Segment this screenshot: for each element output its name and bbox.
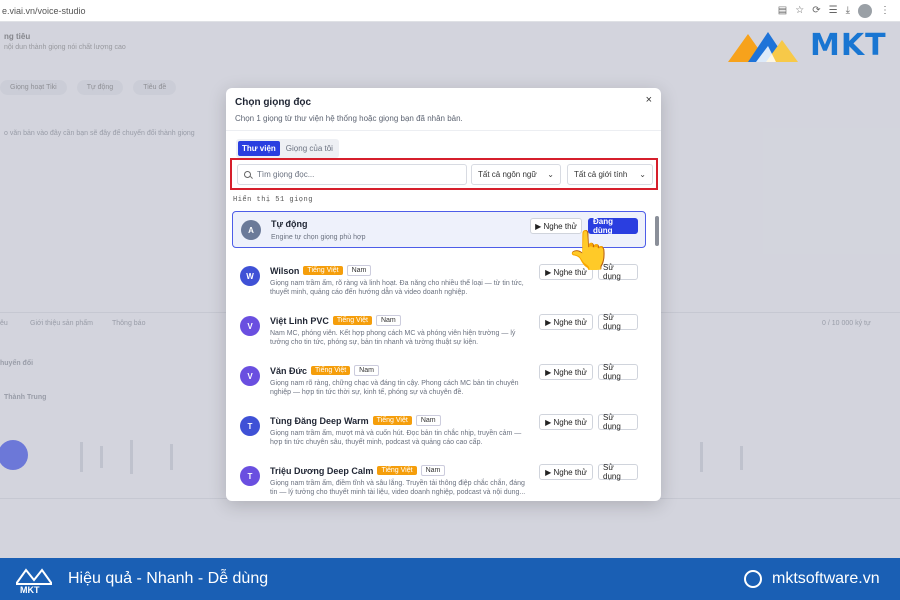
voice-name: Wilson — [270, 265, 300, 276]
voice-description: Giọng nam trầm ấm, rõ ràng và linh hoạt.… — [270, 280, 524, 296]
gender-badge: Nam — [354, 365, 379, 376]
language-badge: Tiếng Việt — [303, 266, 343, 275]
search-field[interactable] — [237, 164, 467, 185]
voice-source-tabs: Thư viện Giọng của tôi — [236, 139, 339, 158]
voice-name-row: Văn Đức Tiếng Việt Nam — [270, 365, 379, 376]
voice-avatar: T — [240, 416, 260, 436]
voice-avatar: T — [240, 466, 260, 486]
chevron-down-icon: ⌄ — [639, 170, 646, 179]
browser-toolbar: ▤ ☆ ⟳ ☰ ⤓ ⋮ — [778, 4, 890, 18]
tab-my-voices[interactable]: Giọng của tôi — [282, 141, 337, 156]
preview-button[interactable]: ▶ Nghe thử — [539, 314, 593, 330]
download-icon[interactable]: ⤓ — [846, 4, 850, 18]
header-divider — [226, 130, 661, 131]
voice-avatar: W — [240, 266, 260, 286]
brand-name: MKT — [810, 28, 887, 63]
voice-avatar: A — [241, 220, 261, 240]
profile-avatar[interactable] — [858, 4, 872, 18]
gender-badge: Nam — [346, 265, 372, 276]
more-icon[interactable]: ⋮ — [880, 4, 890, 18]
globe-icon — [744, 570, 762, 588]
preview-button[interactable]: ▶ Nghe thử — [539, 364, 593, 380]
voice-name-row: Wilson Tiếng Việt Nam — [270, 265, 372, 276]
footer-website[interactable]: mktsoftware.vn — [772, 570, 880, 588]
language-badge: Tiếng Việt — [311, 366, 351, 375]
voice-name: Tùng Đăng Deep Warm — [270, 415, 369, 426]
promo-banner: MKT Hiệu quả - Nhanh - Dễ dùng mktsoftwa… — [0, 558, 900, 600]
gender-select-value: Tất cả giới tính — [574, 170, 628, 179]
footer-logo-mark: MKT — [16, 568, 52, 594]
list-scrollbar[interactable] — [654, 208, 660, 501]
voice-description: Giọng nam trầm ấm, điềm tĩnh và sâu lắng… — [270, 480, 526, 496]
voice-name: Việt Linh PVC — [270, 315, 329, 326]
voice-item[interactable]: T Tùng Đăng Deep Warm Tiếng Việt Nam Giọ… — [232, 408, 646, 446]
language-select[interactable]: Tất cả ngôn ngữ ⌄ — [471, 164, 561, 185]
tab-library[interactable]: Thư viện — [238, 141, 280, 156]
voice-description: Giọng nam trầm ấm, mượt mà và cuốn hút. … — [270, 430, 522, 446]
filter-bar: Tất cả ngôn ngữ ⌄ Tất cả giới tính ⌄ — [230, 158, 658, 190]
use-button[interactable]: Sử dụng — [598, 413, 638, 431]
preview-button[interactable]: ▶ Nghe thử — [539, 414, 593, 430]
bookmark-icon[interactable]: ☰ — [829, 4, 838, 18]
voice-description: Engine tự chọn giọng phù hợp — [271, 234, 366, 241]
voice-name: Triệu Dương Deep Calm — [270, 465, 374, 476]
voice-name-row: Tùng Đăng Deep Warm Tiếng Việt Nam — [270, 415, 441, 426]
chevron-down-icon: ⌄ — [547, 170, 554, 179]
gender-badge: Nam — [415, 415, 441, 426]
use-button[interactable]: Sử dụng — [598, 463, 638, 481]
gender-badge: Nam — [375, 315, 401, 326]
preview-button[interactable]: ▶ Nghe thử — [539, 464, 593, 480]
language-badge: Tiếng Việt — [372, 416, 412, 425]
browser-address-bar[interactable]: e.viai.vn/voice-studio ▤ ☆ ⟳ ☰ ⤓ ⋮ — [0, 0, 900, 22]
use-button[interactable]: Sử dụng — [598, 363, 638, 381]
modal-header: Chọn giọng đọc Chọn 1 giọng từ thư viện … — [235, 97, 463, 123]
close-icon[interactable]: × — [646, 94, 652, 106]
voice-name-row: Triệu Dương Deep Calm Tiếng Việt Nam — [270, 465, 446, 476]
voice-item[interactable]: V Văn Đức Tiếng Việt Nam Giọng nam rõ rà… — [232, 358, 646, 396]
voice-count: Hiển thị 51 giọng — [233, 196, 313, 204]
voice-avatar: V — [240, 316, 260, 336]
search-input[interactable] — [257, 170, 457, 179]
footer-tagline: Hiệu quả - Nhanh - Dễ dùng — [68, 570, 269, 587]
voice-name: Văn Đức — [270, 365, 308, 376]
voice-description: Giọng nam rõ ràng, chững chạc và đáng ti… — [270, 380, 519, 396]
voice-description: Nam MC, phóng viên. Kết hợp phong cách M… — [270, 330, 516, 346]
voice-name-row: Tự động — [271, 219, 308, 229]
use-button[interactable]: Sử dụng — [598, 313, 638, 331]
star-icon[interactable]: ☆ — [795, 4, 804, 18]
gender-select[interactable]: Tất cả giới tính ⌄ — [567, 164, 653, 185]
brand-logo: MKT — [726, 26, 896, 66]
language-select-value: Tất cả ngôn ngữ — [478, 170, 537, 179]
footer-brand: MKT — [20, 585, 40, 594]
modal-title: Chọn giọng đọc — [235, 97, 312, 108]
search-icon — [244, 171, 251, 178]
reader-icon[interactable]: ▤ — [778, 4, 787, 18]
voice-name-row: Việt Linh PVC Tiếng Việt Nam — [270, 315, 401, 326]
voice-avatar: V — [240, 366, 260, 386]
voice-picker-modal: Chọn giọng đọc Chọn 1 giọng từ thư viện … — [226, 88, 661, 501]
voice-item[interactable]: V Việt Linh PVC Tiếng Việt Nam Nam MC, p… — [232, 308, 646, 346]
gender-badge: Nam — [420, 465, 446, 476]
modal-description: Chọn 1 giọng từ thư viện hệ thống hoặc g… — [235, 114, 463, 123]
language-badge: Tiếng Việt — [332, 316, 372, 325]
voice-item[interactable]: T Triệu Dương Deep Calm Tiếng Việt Nam G… — [232, 458, 646, 496]
url-text[interactable]: e.viai.vn/voice-studio — [2, 6, 86, 16]
pointer-hand-icon: 👆 — [566, 230, 614, 272]
scrollbar-thumb[interactable] — [655, 216, 659, 246]
language-badge: Tiếng Việt — [377, 466, 417, 475]
brand-logo-mark — [728, 32, 798, 62]
refresh-icon[interactable]: ⟳ — [812, 4, 820, 18]
voice-name: Tự động — [271, 219, 308, 229]
